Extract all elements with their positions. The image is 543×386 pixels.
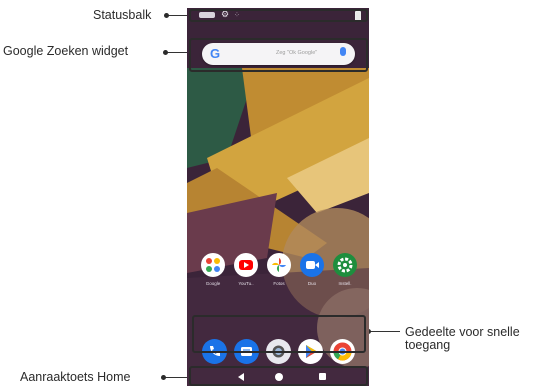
highlight-home-keys	[189, 366, 368, 386]
callout-google-widget-line	[165, 52, 188, 53]
callout-statusbar-label: Statusbalk	[93, 8, 152, 22]
callout-statusbar-line	[166, 15, 189, 16]
callout-quick-access-label: Gedeelte voor snelle toegang	[405, 326, 543, 352]
callout-quick-access-line	[369, 331, 400, 332]
app-label: Duo	[307, 281, 317, 286]
callout-google-widget-dot	[163, 50, 168, 55]
google-photos-icon	[267, 253, 291, 277]
duo-icon	[300, 253, 324, 277]
callout-home-keys-line	[163, 377, 189, 378]
google-folder-icon	[201, 253, 225, 277]
highlight-google-widget	[189, 38, 368, 72]
callout-home-keys-label: Aanraaktoets Home	[20, 370, 131, 384]
callout-home-keys-dot	[161, 375, 166, 380]
highlight-quick-access	[192, 315, 366, 353]
callout-google-widget-label: Google Zoeken widget	[3, 44, 129, 58]
settings-icon	[333, 253, 357, 277]
callout-quick-access-text: Gedeelte voor snelle toegang	[405, 325, 520, 352]
youtube-icon	[234, 253, 258, 277]
highlight-statusbar	[189, 9, 368, 22]
app-label: Instell.	[338, 281, 352, 286]
app-label: Fotos	[273, 281, 285, 286]
app-label: Google	[205, 281, 221, 286]
app-label: YouTu..	[238, 281, 254, 286]
app-row: Google YouTu.. Fotos Duo Instell.	[187, 253, 369, 293]
callout-statusbar-dot	[164, 13, 169, 18]
